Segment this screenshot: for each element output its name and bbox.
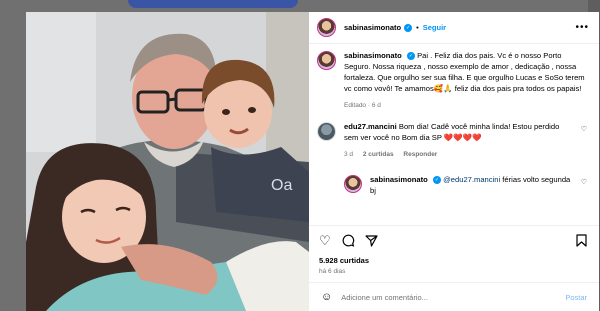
verified-badge-icon: ✓	[404, 23, 413, 32]
heart-icon[interactable]: ♡	[319, 234, 331, 247]
caption-avatar[interactable]	[317, 51, 336, 70]
svg-text:Oa: Oa	[271, 177, 292, 194]
comment-like-heart-icon[interactable]: ♡	[581, 125, 587, 133]
reply-text-block: sabinasimonato ✓ @edu27.mancini férias v…	[370, 174, 589, 196]
likes-count[interactable]: 5.928 curtidas	[319, 256, 369, 265]
bookmark-icon[interactable]	[576, 234, 587, 249]
browser-top-tab	[128, 0, 298, 8]
post-header: sabinasimonato ✓ • Seguir •••	[309, 12, 599, 44]
caption-edited: Editado · 6 d	[344, 102, 381, 109]
author-username[interactable]: sabinasimonato	[344, 23, 401, 32]
post-time[interactable]: há 6 dias	[319, 268, 345, 275]
caption-row: sabinasimonato ✓ Pai . Feliz dia dos pai…	[309, 50, 599, 111]
comments-list[interactable]: sabinasimonato ✓ Pai . Feliz dia dos pai…	[309, 50, 599, 222]
comment-text-block: edu27.mancini Bom dia! Cadê você minha l…	[344, 121, 589, 160]
post-photo[interactable]: Oa	[26, 12, 309, 311]
caption-text-block: sabinasimonato ✓ Pai . Feliz dia dos pai…	[344, 50, 589, 111]
comment-avatar[interactable]	[317, 122, 336, 141]
share-icon[interactable]	[365, 234, 378, 249]
comment-meta: 3 d 2 curtidas Responder	[344, 149, 573, 160]
post-photo-illustration: Oa	[26, 12, 309, 311]
ellipsis-icon[interactable]: •••	[575, 22, 589, 33]
comment-row: edu27.mancini Bom dia! Cadê você minha l…	[309, 121, 599, 160]
reply-username[interactable]: sabinasimonato	[370, 175, 428, 184]
post-modal: Oa sabinasimonato ✓ • Seguir ••• sabinas…	[26, 12, 599, 311]
comment-time: 3 d	[344, 151, 354, 158]
caption-meta: Editado · 6 d	[344, 100, 589, 111]
reply-like-heart-icon[interactable]: ♡	[581, 178, 587, 186]
reply-mention[interactable]: @edu27.mancini	[443, 175, 500, 184]
separator-dot: •	[416, 23, 419, 32]
comment-username[interactable]: edu27.mancini	[344, 122, 397, 131]
post-side-panel: sabinasimonato ✓ • Seguir ••• sabinasimo…	[309, 12, 599, 311]
reply-avatar[interactable]	[344, 175, 362, 193]
author-avatar[interactable]	[317, 18, 336, 37]
action-bar: ♡	[309, 225, 599, 251]
add-comment-input[interactable]: Adicione um comentário...	[341, 293, 565, 302]
comment-icon[interactable]	[342, 234, 355, 249]
add-comment-bar: ☺ Adicione um comentário... Postar	[309, 282, 599, 311]
follow-button[interactable]: Seguir	[423, 23, 446, 32]
reply-row: sabinasimonato ✓ @edu27.mancini férias v…	[336, 174, 599, 196]
verified-badge-icon: ✓	[406, 52, 415, 60]
reply-button[interactable]: Responder	[403, 151, 437, 158]
emoji-icon[interactable]: ☺	[321, 291, 332, 303]
post-comment-button[interactable]: Postar	[565, 293, 587, 302]
verified-badge-icon: ✓	[432, 176, 441, 184]
comment-likes[interactable]: 2 curtidas	[363, 151, 394, 158]
comment-hearts: ❤️❤️❤️❤️	[443, 133, 482, 142]
caption-username[interactable]: sabinasimonato	[344, 51, 402, 60]
